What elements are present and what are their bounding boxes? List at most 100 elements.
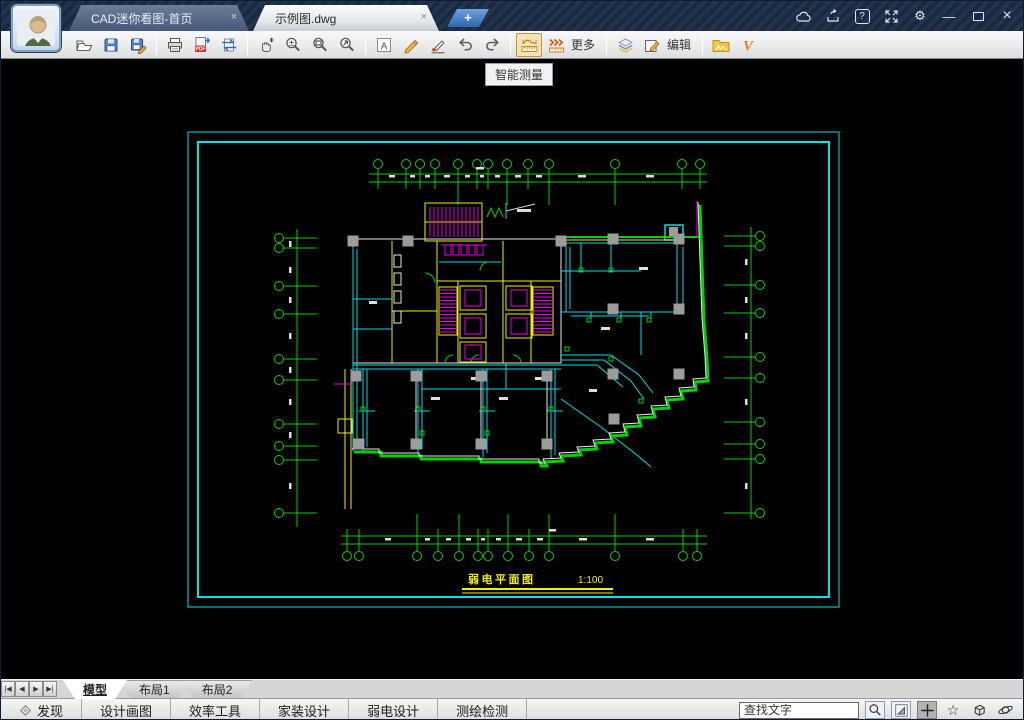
bottom-toolbar: 发现 设计画图 效率工具 家装设计 弱电设计 测绘检测 ☆ — [1, 698, 1023, 720]
settings-gear-icon[interactable]: ⚙ — [910, 6, 930, 26]
star-icon: ☆ — [947, 702, 960, 718]
edit-label[interactable]: 编辑 — [667, 36, 691, 53]
statusbar-right: ☆ — [739, 699, 1023, 720]
building-core — [353, 203, 561, 363]
orbit-icon — [997, 702, 1014, 718]
set-square-button[interactable] — [891, 701, 911, 719]
room-partitions — [416, 377, 547, 441]
svg-text:±: ± — [288, 38, 295, 47]
pan-button[interactable] — [253, 33, 279, 57]
layers-icon — [616, 36, 635, 54]
toolbar-separator — [702, 35, 703, 55]
diamond-icon — [19, 704, 32, 717]
next-layout-button[interactable]: ▶ — [29, 681, 43, 697]
cad-drawing[interactable]: 弱电平面图 1:100 — [1, 59, 1024, 679]
v-brand-button[interactable]: V — [735, 33, 761, 57]
orbit-button[interactable] — [995, 701, 1015, 719]
toolbar-separator — [365, 35, 366, 55]
export-pdf-button[interactable]: PDF — [189, 33, 215, 57]
crosshair-button[interactable] — [917, 701, 937, 719]
smart-measure-button[interactable] — [516, 33, 542, 57]
svg-text:PDF: PDF — [195, 46, 205, 52]
printer-icon — [166, 36, 184, 54]
close-icon[interactable]: × — [421, 11, 427, 24]
close-window-button[interactable]: × — [997, 6, 1017, 26]
image-folder-icon — [711, 36, 731, 54]
maximize-button[interactable] — [968, 6, 988, 26]
tab-drawing-label: 示例图.dwg — [275, 10, 336, 27]
zoom-plus-minus-icon: ± — [284, 36, 303, 54]
new-tab-button[interactable]: + — [447, 9, 489, 27]
first-layout-button[interactable]: |◀ — [1, 681, 15, 697]
search-icon — [868, 703, 882, 717]
tab-layout2[interactable]: 布局2 — [182, 680, 253, 699]
drawing-title: 弱电平面图 — [468, 572, 536, 586]
svg-text:A: A — [381, 40, 388, 51]
convert-button[interactable] — [216, 33, 242, 57]
find-text-icon: A — [375, 36, 393, 54]
toolbar-separator — [247, 35, 248, 55]
zoom-extents-button[interactable] — [334, 33, 360, 57]
help-icon[interactable]: ? — [852, 6, 872, 26]
fullscreen-icon[interactable] — [881, 6, 901, 26]
layout-tab-bar: |◀ ◀ ▶ ▶| 模型 布局1 布局2 — [1, 679, 1023, 698]
open-file-button[interactable] — [71, 33, 97, 57]
dimension-text-marks — [289, 167, 748, 541]
save-as-button[interactable] — [125, 33, 151, 57]
zoom-in-out-button[interactable]: ± — [280, 33, 306, 57]
set-square-icon — [894, 703, 909, 718]
edit-pencil-icon — [643, 36, 662, 54]
prev-layout-button[interactable]: ◀ — [15, 681, 29, 697]
more-measure-button[interactable] — [543, 33, 569, 57]
view-3d-button[interactable] — [969, 701, 989, 719]
convert-arrows-icon — [220, 36, 238, 54]
axis-grid — [275, 160, 765, 561]
title-block: 弱电平面图 1:100 — [462, 572, 613, 593]
drawing-canvas[interactable]: 智能测量 — [1, 59, 1024, 679]
minimize-button[interactable]: — — [939, 6, 959, 26]
tab-home-label: CAD迷你看图-首页 — [91, 10, 192, 27]
redo-button[interactable] — [479, 33, 505, 57]
toolbar-separator — [510, 35, 511, 55]
home-design-button[interactable]: 家装设计 — [260, 699, 348, 720]
undo-button[interactable] — [452, 33, 478, 57]
titlebar: CAD迷你看图-首页 × 示例图.dwg × + ? ⚙ — × — [1, 1, 1023, 31]
zoom-window-button[interactable] — [307, 33, 333, 57]
tab-home[interactable]: CAD迷你看图-首页 × — [69, 5, 249, 31]
share-icon[interactable] — [823, 6, 843, 26]
save-button[interactable] — [98, 33, 124, 57]
tab-drawing[interactable]: 示例图.dwg × — [253, 5, 439, 31]
edit-button[interactable] — [639, 33, 665, 57]
discover-button[interactable]: 发现 — [1, 699, 81, 720]
efficiency-tools-button[interactable]: 效率工具 — [171, 699, 259, 720]
low-voltage-design-button[interactable]: 弱电设计 — [349, 699, 437, 720]
find-text-button[interactable]: A — [371, 33, 397, 57]
svg-text:V: V — [743, 38, 755, 54]
window-controls: ? ⚙ — × — [794, 1, 1017, 31]
layers-button[interactable] — [612, 33, 638, 57]
close-icon[interactable]: × — [231, 11, 237, 24]
gallery-folder-button[interactable] — [708, 33, 734, 57]
survey-check-button[interactable]: 测绘检测 — [438, 699, 526, 720]
smart-measure-tooltip: 智能测量 — [485, 63, 553, 86]
tab-model[interactable]: 模型 — [63, 680, 127, 699]
main-toolbar: PDF ± A — [1, 31, 1023, 59]
pdf-icon: PDF — [193, 36, 212, 54]
search-input[interactable] — [739, 702, 859, 719]
open-folder-icon — [75, 36, 93, 54]
markup-pen-button[interactable] — [425, 33, 451, 57]
user-avatar[interactable] — [11, 4, 61, 52]
draw-pencil-button[interactable] — [398, 33, 424, 57]
tab-layout1[interactable]: 布局1 — [119, 680, 190, 699]
design-draw-button[interactable]: 设计画图 — [82, 699, 170, 720]
crosshair-icon — [920, 703, 935, 718]
search-button[interactable] — [865, 701, 885, 719]
cloud-icon[interactable] — [794, 6, 814, 26]
last-layout-button[interactable]: ▶| — [43, 681, 57, 697]
print-button[interactable] — [162, 33, 188, 57]
marker-pen-icon — [429, 36, 448, 54]
more-label[interactable]: 更多 — [571, 36, 595, 53]
zoom-extents-icon — [338, 36, 357, 54]
favorite-button[interactable]: ☆ — [943, 701, 963, 719]
pan-hand-icon — [257, 36, 276, 54]
